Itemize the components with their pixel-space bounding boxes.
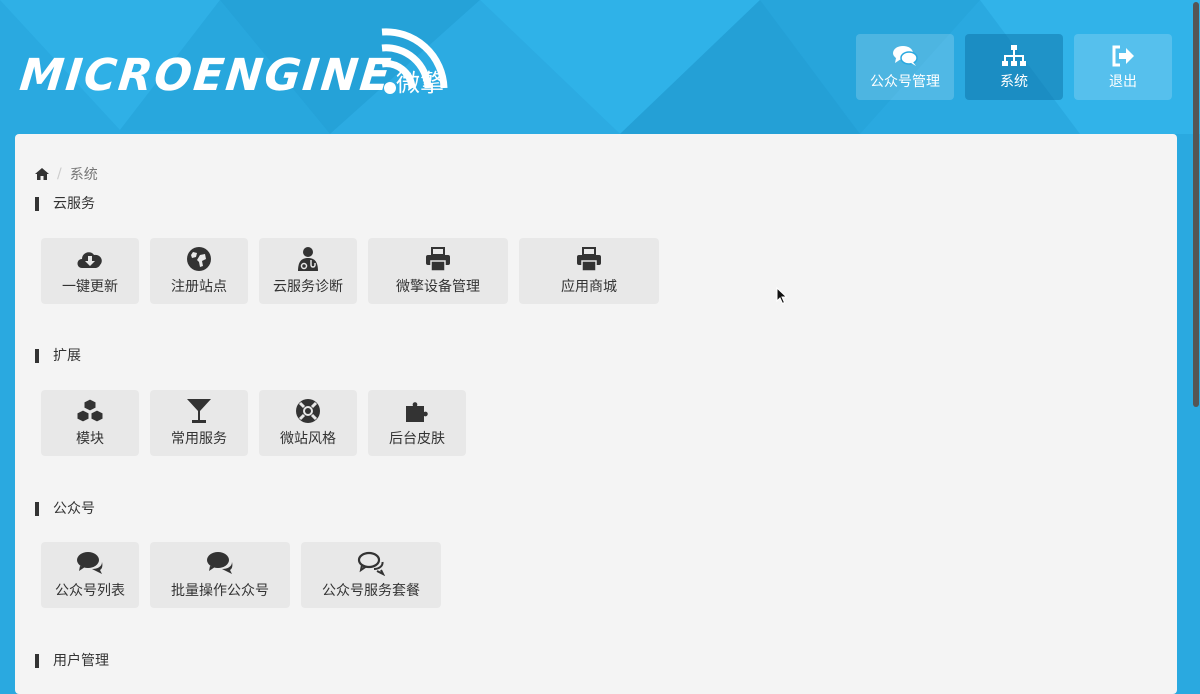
tile-label: 应用商城 [561, 279, 617, 295]
tile-batch-accounts[interactable]: 批量操作公众号 [150, 542, 290, 608]
top-nav: 公众号管理 系统 退出 [856, 34, 1172, 100]
tile-modules[interactable]: 模块 [41, 390, 139, 456]
nav-label: 退出 [1109, 73, 1137, 90]
cubes-icon [76, 398, 104, 423]
print-icon [426, 247, 450, 272]
logo: MICROENGINE 微擎 [17, 28, 448, 108]
section-title-cloud: 云服务 [35, 197, 95, 211]
tile-label: 公众号服务套餐 [322, 583, 420, 599]
nav-label: 公众号管理 [870, 73, 940, 90]
tile-label: 模块 [76, 431, 104, 447]
nav-label: 系统 [1000, 73, 1028, 90]
section-title-accounts: 公众号 [35, 502, 95, 516]
tile-cloud-diagnosis[interactable]: 云服务诊断 [259, 238, 357, 304]
print-icon [577, 247, 601, 272]
nav-logout[interactable]: 退出 [1074, 34, 1172, 100]
sign-out-icon [1112, 45, 1134, 66]
tile-label: 批量操作公众号 [171, 583, 269, 599]
tile-label: 公众号列表 [55, 583, 125, 599]
glass-icon [187, 399, 211, 423]
nav-account-management[interactable]: 公众号管理 [856, 34, 954, 100]
tile-admin-skin[interactable]: 后台皮肤 [368, 390, 466, 456]
tile-label: 一键更新 [62, 279, 118, 295]
tile-site-style[interactable]: 微站风格 [259, 390, 357, 456]
tile-app-store[interactable]: 应用商城 [519, 238, 659, 304]
home-icon[interactable] [35, 168, 49, 180]
life-ring-icon [296, 399, 320, 423]
user-md-icon [298, 247, 318, 271]
breadcrumb: / 系统 [35, 164, 98, 184]
mouse-cursor-icon [776, 287, 788, 305]
tile-label: 常用服务 [171, 431, 227, 447]
nav-system[interactable]: 系统 [965, 34, 1063, 100]
section-title-extension: 扩展 [35, 349, 81, 363]
tile-label: 云服务诊断 [273, 279, 343, 295]
scroll-thumb[interactable] [1193, 2, 1199, 407]
signal-wave-icon [381, 28, 448, 94]
comments-outline-icon [357, 551, 386, 576]
breadcrumb-separator: / [57, 166, 62, 182]
tile-account-packages[interactable]: 公众号服务套餐 [301, 542, 441, 608]
comments-icon [207, 552, 233, 574]
tile-label: 后台皮肤 [389, 431, 445, 447]
tile-account-list[interactable]: 公众号列表 [41, 542, 139, 608]
scrollbar[interactable] [1192, 0, 1200, 674]
main-panel: / 系统 云服务 一键更新 注册站点 云服务诊断 微擎设备管理 应用商城 扩展 … [15, 134, 1177, 694]
tile-label: 微站风格 [280, 431, 336, 447]
tiles-accounts: 公众号列表 批量操作公众号 公众号服务套餐 [41, 542, 441, 608]
tile-label: 注册站点 [171, 279, 227, 295]
tile-register-site[interactable]: 注册站点 [150, 238, 248, 304]
sitemap-icon [1002, 44, 1026, 66]
tiles-extension: 模块 常用服务 微站风格 后台皮肤 [41, 390, 466, 456]
tile-common-services[interactable]: 常用服务 [150, 390, 248, 456]
section-title-user-management: 用户管理 [35, 654, 109, 668]
puzzle-piece-icon [406, 402, 428, 422]
breadcrumb-current: 系统 [69, 167, 98, 183]
tiles-cloud: 一键更新 注册站点 云服务诊断 微擎设备管理 应用商城 [41, 238, 659, 304]
comments-icon [77, 552, 103, 574]
logo-text: MICROENGINE [17, 50, 395, 101]
tile-one-click-update[interactable]: 一键更新 [41, 238, 139, 304]
chat-bubbles-icon [893, 45, 918, 66]
tile-device-management[interactable]: 微擎设备管理 [368, 238, 508, 304]
cloud-download-icon [77, 252, 102, 268]
globe-icon [187, 247, 211, 271]
tile-label: 微擎设备管理 [396, 279, 480, 295]
